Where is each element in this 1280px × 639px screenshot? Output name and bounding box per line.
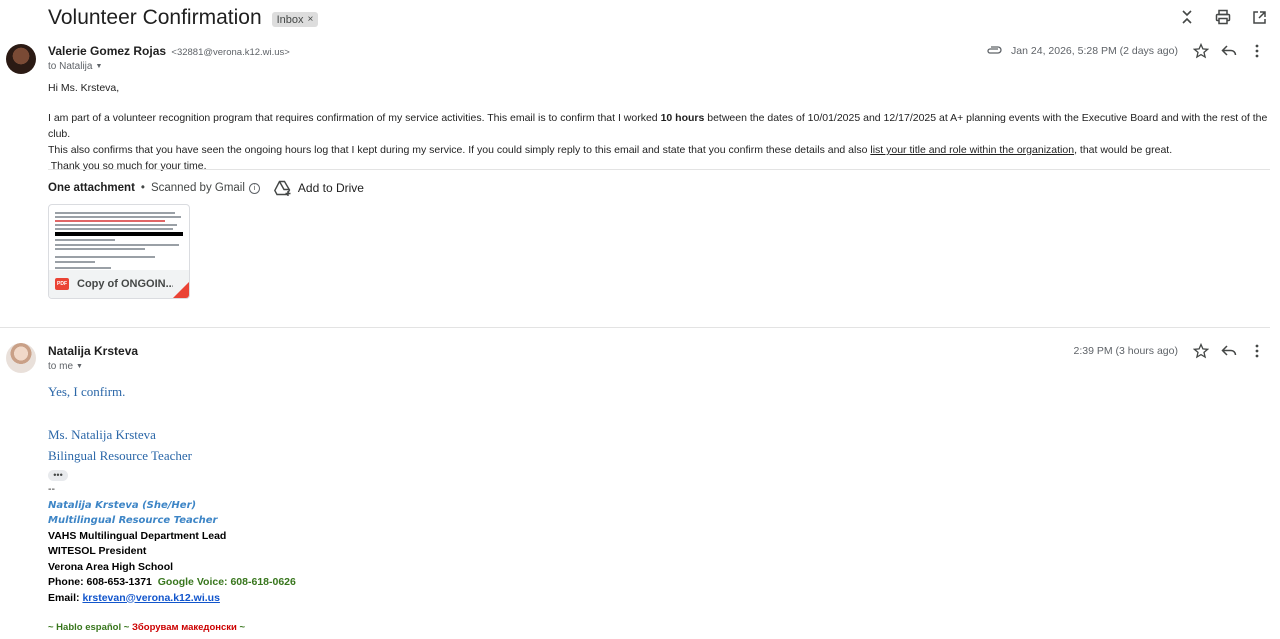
star-icon[interactable]: [1190, 342, 1212, 360]
phone-number: Phone: 608-653-1371: [48, 576, 152, 588]
attachment-filename: Copy of ONGOIN...: [77, 278, 175, 290]
sender-name[interactable]: Natalija Krsteva: [48, 344, 138, 358]
greeting: Hi Ms. Krsteva,: [48, 82, 120, 94]
inbox-label-chip[interactable]: Inbox ×: [271, 12, 319, 27]
attachment-card[interactable]: PDF Copy of ONGOIN...: [48, 204, 190, 299]
email-signature: -- Natalija Krsteva (She/Her) Multilingu…: [48, 482, 296, 636]
attachment-thumbnail: [53, 209, 185, 271]
label-text: Inbox: [276, 13, 304, 26]
attachment-divider: [48, 169, 1270, 170]
collapse-icon[interactable]: [1178, 8, 1196, 26]
signature-department: VAHS Multilingual Department Lead: [48, 529, 227, 542]
attachments-header: One attachment • Scanned by Gmail i Add …: [48, 180, 364, 196]
recipient-text: to me: [48, 361, 74, 372]
attachment-footer: PDF Copy of ONGOIN...: [49, 270, 189, 298]
hours-bold: 10 hours: [660, 112, 705, 124]
email-link[interactable]: krstevan@verona.k12.wi.us: [82, 592, 219, 604]
recipient-details[interactable]: to me ▼: [48, 361, 83, 372]
google-voice-number: Google Voice: 608-618-0626: [157, 576, 296, 588]
signature-role: Multilingual Resource Teacher: [48, 515, 218, 526]
add-to-drive-button[interactable]: Add to Drive: [273, 180, 364, 196]
more-options-icon[interactable]: [1246, 342, 1268, 360]
message2-sender: Natalija Krsteva: [48, 344, 138, 358]
thread-subject: Volunteer Confirmation: [48, 6, 262, 29]
signature-school: Verona Area High School: [48, 560, 174, 573]
add-to-drive-label: Add to Drive: [297, 181, 364, 195]
signature-title: Bilingual Resource Teacher: [48, 448, 192, 463]
underlined-request: list your title and role within the orga…: [870, 144, 1075, 156]
signature-phones: Phone: 608-653-1371 Google Voice: 608-61…: [48, 575, 296, 591]
reply-icon[interactable]: [1218, 342, 1240, 360]
pdf-icon: PDF: [55, 278, 69, 290]
signature-dashes: --: [48, 483, 55, 495]
sender-avatar[interactable]: [6, 343, 36, 373]
remove-label-icon[interactable]: ×: [308, 14, 314, 25]
attachment-count: One attachment: [48, 182, 135, 194]
message1-meta: Jan 24, 2026, 5:28 PM (2 days ago): [983, 42, 1268, 60]
recipient-text: to Natalija: [48, 61, 93, 72]
sender-name[interactable]: Valerie Gomez Rojas: [48, 44, 166, 58]
message1-body: I am part of a volunteer recognition pro…: [48, 110, 1268, 174]
message-timestamp: 2:39 PM (3 hours ago): [1073, 345, 1178, 357]
thread-actions: [1178, 8, 1268, 26]
body-line-2: This also confirms that you have seen th…: [48, 144, 1173, 156]
message-divider: [0, 327, 1270, 328]
signature-languages: ~ Hablo español ~ Зборувам македонски ~: [48, 622, 246, 633]
message-timestamp: Jan 24, 2026, 5:28 PM (2 days ago): [1011, 45, 1178, 57]
info-icon[interactable]: i: [248, 182, 260, 194]
recipient-details[interactable]: to Natalija ▼: [48, 61, 102, 72]
attachment-icon: [983, 42, 1005, 60]
signature-org: WITESOL President: [48, 545, 147, 557]
reply-text: Yes, I confirm.: [48, 384, 126, 399]
signature-email: Email: krstevan@verona.k12.wi.us: [48, 591, 220, 604]
print-icon[interactable]: [1214, 8, 1232, 26]
body-line-1: I am part of a volunteer recognition pro…: [48, 112, 1268, 140]
show-trimmed-content-button[interactable]: •••: [48, 470, 68, 481]
sender-email: <32881@verona.k12.wi.us>: [171, 47, 290, 58]
message2-meta: 2:39 PM (3 hours ago): [1074, 342, 1268, 360]
scanned-text: Scanned by Gmail: [150, 182, 245, 194]
signature-name: Ms. Natalija Krsteva: [48, 427, 156, 442]
open-new-window-icon[interactable]: [1250, 8, 1268, 26]
chevron-down-icon[interactable]: ▼: [95, 63, 102, 70]
message1-sender: Valerie Gomez Rojas <32881@verona.k12.wi…: [48, 44, 290, 58]
add-to-drive-icon: [273, 180, 291, 196]
more-options-icon[interactable]: [1246, 42, 1268, 60]
reply-icon[interactable]: [1218, 42, 1240, 60]
body-line-3: Thank you so much for your time.: [48, 160, 207, 172]
thread-header: Volunteer Confirmation Inbox ×: [48, 4, 319, 32]
sender-avatar[interactable]: [6, 44, 36, 74]
star-icon[interactable]: [1190, 42, 1212, 60]
signature-full-name: Natalija Krsteva (She/Her): [48, 499, 197, 511]
chevron-down-icon[interactable]: ▼: [76, 363, 83, 370]
